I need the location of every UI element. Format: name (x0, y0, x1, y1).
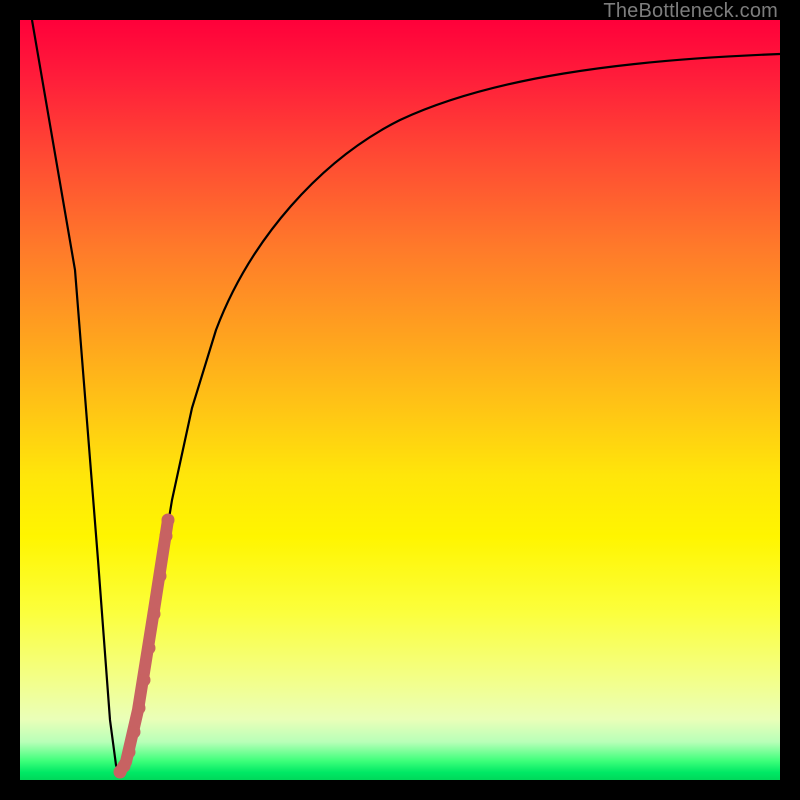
chart-frame (20, 20, 780, 780)
chart-svg (20, 20, 780, 780)
